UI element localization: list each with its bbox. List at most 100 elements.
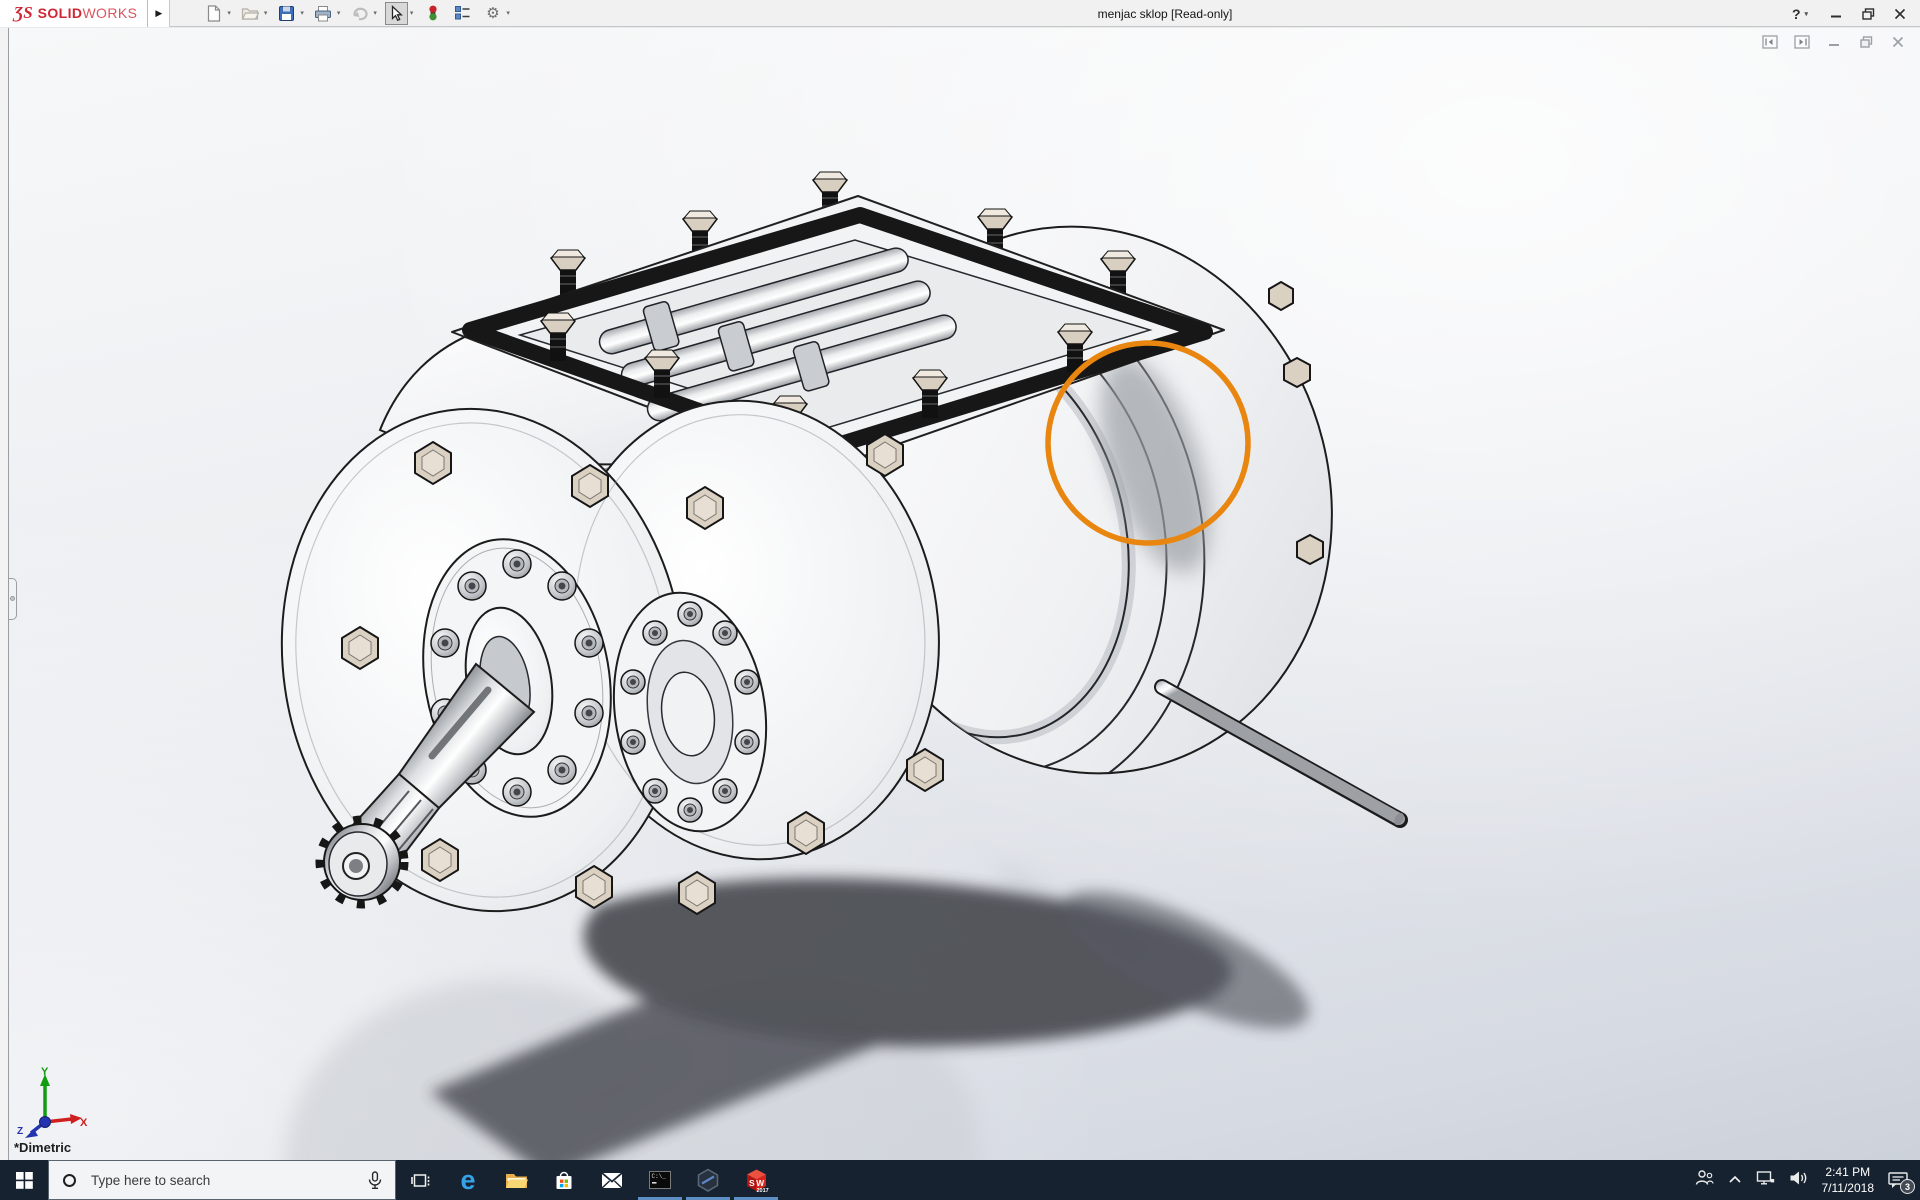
panel-handle-dot [10,596,15,601]
select-cursor-icon [384,1,408,25]
rebuild-trafficlight-icon [422,3,443,24]
solidworks-logo: ƷS SOLID WORKS [0,0,149,27]
side-rod [1154,679,1408,828]
file-explorer-button[interactable] [492,1160,540,1200]
dropdown-caret[interactable]: ▾ [506,9,510,17]
microphone-icon[interactable] [367,1170,383,1190]
dropdown-caret[interactable]: ▾ [337,9,341,17]
hexagon-app-button[interactable] [684,1160,732,1200]
task-view-icon [410,1173,429,1187]
dropdown-caret[interactable]: ▾ [373,9,377,17]
open-folder-icon [240,3,261,24]
restore-icon [1861,7,1874,20]
edge-icon: e [460,1164,476,1195]
restore-button[interactable] [1852,1,1884,26]
edge-button[interactable]: e [444,1160,492,1200]
cortana-icon [63,1173,76,1187]
mail-button[interactable] [588,1160,636,1200]
dropdown-caret[interactable]: ▾ [227,9,231,17]
solidworks-2017-icon: SW 2017 [746,1169,768,1193]
dropdown-caret[interactable]: ▾ [300,9,304,17]
command-prompt-button[interactable]: C:\_ [636,1160,684,1200]
command-prompt-icon: C:\_ [649,1171,671,1189]
search-input[interactable] [89,1171,367,1189]
task-view-button[interactable] [396,1160,444,1200]
doc-close-icon [1892,36,1904,48]
view-orientation-label: *Dimetric [14,1140,72,1155]
sw-year-label: 2017 [756,1188,768,1193]
hexagon-app-icon [697,1168,719,1192]
doc-restore-button[interactable] [1856,34,1876,50]
tray-time: 2:41 PM [1825,1164,1871,1179]
z-axis-label: Z [17,1126,23,1137]
menu-flyout-button[interactable]: ▶ [148,0,171,27]
file-explorer-icon [505,1173,528,1188]
print-icon [313,3,334,24]
undo-arrow-icon [349,3,370,24]
flyout-arrow-icon: ▶ [155,7,163,18]
graphics-viewport[interactable]: Y X Z *Dimetric [0,28,1920,1160]
doc-minimize-icon [1829,44,1839,46]
mail-icon [601,1171,623,1189]
dropdown-caret: ▾ [1804,10,1809,18]
previous-pane-button[interactable] [1760,34,1780,50]
doc-close-button[interactable] [1888,34,1908,50]
featuremanager-collapsed-tab[interactable] [9,578,17,620]
help-button[interactable]: ? ▾ [1780,1,1820,26]
left-panel-rail [0,28,9,1160]
y-axis-label: Y [41,1066,49,1078]
undo-button[interactable]: ▾ [346,1,380,25]
doc-minimize-button[interactable] [1824,34,1844,50]
print-button[interactable]: ▾ [310,1,344,25]
gearbox-3d-model[interactable] [0,28,1920,1160]
dassault-mark: ƷS [14,2,33,22]
store-icon [556,1171,572,1189]
x-axis-label: X [80,1117,88,1129]
new-document-button[interactable]: ▾ [200,1,234,25]
logo-text-light: WORKS [82,4,138,21]
people-button[interactable] [1695,1169,1714,1191]
taskbar-search[interactable] [48,1160,396,1200]
notification-badge: 3 [1900,1179,1915,1194]
dropdown-caret[interactable]: ▾ [410,9,414,17]
tray-clock[interactable]: 2:41 PM 7/11/2018 [1822,1164,1875,1196]
action-center-button[interactable]: 3 [1888,1171,1915,1194]
dropdown-caret[interactable]: ▾ [264,9,268,17]
options-button[interactable]: ⚙ ▾ [479,1,513,25]
gear-icon: ⚙ [486,4,500,22]
document-window-controls [1760,34,1908,50]
triad-origin [39,1116,51,1128]
minimize-button[interactable] [1820,1,1852,26]
select-tool-button[interactable]: ▾ [383,1,417,25]
file-properties-icon [452,3,473,24]
help-icon: ? [1791,5,1801,22]
minimize-icon [1831,15,1841,17]
reference-triad: Y X Z [17,1066,88,1138]
new-document-icon [203,3,224,24]
save-floppy-icon [276,3,297,24]
solidworks-2017-button[interactable]: SW 2017 [732,1160,780,1200]
network-icon[interactable] [1756,1170,1775,1191]
start-button[interactable] [0,1160,48,1200]
open-button[interactable]: ▾ [237,1,271,25]
microsoft-store-button[interactable] [540,1160,588,1200]
system-tray: 2:41 PM 7/11/2018 3 [1695,1160,1920,1200]
titlebar: ƷS SOLID WORKS ▶ ▾ ▾ ▾ ▾ ▾ ▾ ⚙ ▾ menjac … [0,0,1920,27]
windows-logo-icon [15,1171,33,1189]
windows-taskbar: e C:\_ SW [0,1160,1920,1200]
tray-date: 7/11/2018 [1821,1181,1875,1195]
sw-label: SW [749,1178,766,1188]
rebuild-button[interactable] [419,1,446,25]
close-button[interactable] [1884,1,1916,26]
tray-expand-chevron[interactable] [1728,1171,1742,1189]
next-pane-button[interactable] [1792,34,1812,50]
previous-pane-icon [1762,35,1778,49]
volume-icon[interactable] [1789,1170,1808,1191]
save-button[interactable]: ▾ [273,1,307,25]
quick-access-toolbar: ▾ ▾ ▾ ▾ ▾ ▾ ⚙ ▾ [200,0,513,27]
doc-restore-icon [1859,36,1872,48]
logo-text-bold: SOLID [37,4,83,21]
taskbar-apps: e C:\_ SW 2017 [396,1160,780,1200]
file-properties-button[interactable] [449,1,476,25]
close-icon [1894,8,1906,19]
